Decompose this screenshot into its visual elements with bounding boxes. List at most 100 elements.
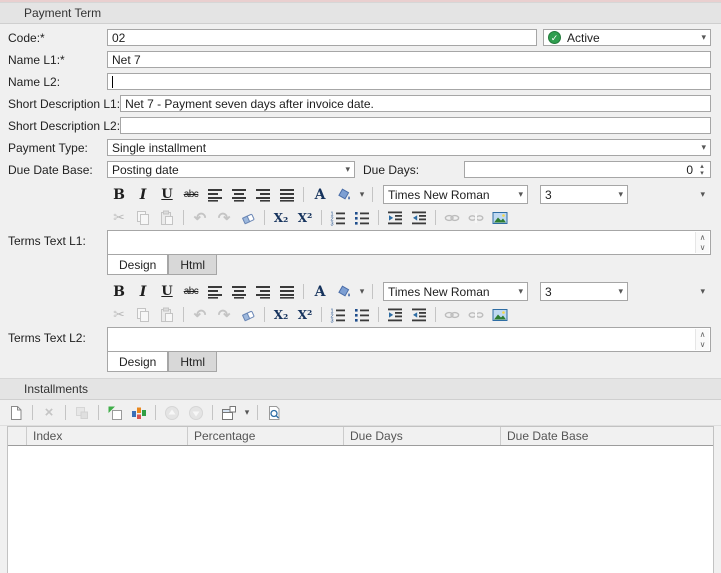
indent-button[interactable] (383, 208, 407, 228)
indent-button[interactable] (383, 305, 407, 325)
align-center-button[interactable] (227, 282, 251, 302)
toolbar-separator (264, 307, 265, 322)
toolbar-separator (303, 284, 304, 299)
short-description-l1-input[interactable]: Net 7 - Payment seven days after invoice… (120, 95, 711, 112)
status-dropdown[interactable]: ✓ Active ▾ (543, 29, 711, 46)
layout-dropdown-arrow[interactable]: ▾ (241, 403, 253, 423)
copy-button (131, 305, 155, 325)
short-description-l1-label: Short Description L1: (8, 96, 121, 111)
font-size-dropdown[interactable]: 3 ▾ (540, 282, 628, 301)
tab-design-l2[interactable]: Design (107, 352, 169, 372)
column-header-index[interactable]: Index (27, 427, 188, 445)
view-settings-button[interactable] (127, 403, 151, 423)
code-label: Code:* (8, 30, 45, 45)
align-justify-button[interactable] (275, 185, 299, 205)
underline-button[interactable]: U (155, 282, 179, 302)
insert-image-button[interactable] (488, 208, 512, 228)
underline-button[interactable]: U (155, 185, 179, 205)
payment-type-label: Payment Type: (8, 140, 88, 155)
new-installment-button[interactable] (4, 403, 28, 423)
scroll-down-icon[interactable]: ∨ (700, 340, 706, 349)
font-name-dropdown[interactable]: Times New Roman ▾ (383, 282, 528, 301)
insert-image-button[interactable] (488, 305, 512, 325)
name-l1-input[interactable]: Net 7 (107, 51, 711, 68)
installments-title: Installments (24, 382, 89, 396)
fill-color-button[interactable] (332, 185, 356, 205)
tab-html-l1[interactable]: Html (168, 255, 218, 275)
font-size-dropdown[interactable]: 3 ▾ (540, 185, 628, 204)
numbered-list-button[interactable] (326, 208, 350, 228)
font-name-dropdown[interactable]: Times New Roman ▾ (383, 185, 528, 204)
preview-button[interactable] (262, 403, 286, 423)
editor-l2-toolbar-row1: B I Uabc A ▾ Times New Roman ▾ 3 ▾ ▾ (107, 280, 711, 303)
scroll-up-icon[interactable]: ∧ (700, 330, 706, 339)
color-dropdown-arrow[interactable]: ▾ (356, 282, 368, 302)
column-header-percentage[interactable]: Percentage (188, 427, 344, 445)
bullet-list-button[interactable] (350, 305, 374, 325)
subscript-button[interactable]: X₂ (269, 305, 293, 325)
toolbar-separator (257, 405, 258, 420)
toolbar-overflow-icon[interactable]: ▾ (700, 286, 705, 297)
align-justify-button[interactable] (275, 282, 299, 302)
clear-formatting-button[interactable] (236, 305, 260, 325)
bold-button[interactable]: B (107, 282, 131, 302)
duplicate-installment-button (70, 403, 94, 423)
italic-button[interactable]: I (131, 185, 155, 205)
installments-table-header: Index Percentage Due Days Due Date Base (8, 427, 713, 446)
status-value: Active (567, 30, 600, 45)
chevron-down-icon: ▾ (518, 189, 523, 199)
bullet-list-button[interactable] (350, 208, 374, 228)
strikethrough-button[interactable]: abc (179, 282, 203, 302)
numbered-list-button[interactable] (326, 305, 350, 325)
fill-color-button[interactable] (332, 282, 356, 302)
tab-design-l1[interactable]: Design (107, 255, 169, 275)
outdent-button[interactable] (407, 208, 431, 228)
color-dropdown-arrow[interactable]: ▾ (356, 185, 368, 205)
name-l2-input[interactable] (107, 73, 711, 90)
subscript-button[interactable]: X₂ (269, 208, 293, 228)
due-date-base-dropdown[interactable]: Posting date ▾ (107, 161, 355, 178)
terms-text-l2-editor: Terms Text L2: B I Uabc A ▾ Times New Roman … (0, 280, 721, 372)
textarea-scrollbar[interactable]: ∧ ∨ (695, 329, 709, 350)
name-l1-label: Name L1:* (8, 52, 65, 67)
bold-button[interactable]: B (107, 185, 131, 205)
terms-text-l2-textarea[interactable]: ∧ ∨ (107, 327, 711, 352)
toolbar-separator (183, 307, 184, 322)
terms-text-l1-textarea[interactable]: ∧ ∨ (107, 230, 711, 255)
align-left-button[interactable] (203, 185, 227, 205)
strikethrough-button[interactable]: abc (179, 185, 203, 205)
align-left-button[interactable] (203, 282, 227, 302)
italic-button[interactable]: I (131, 282, 155, 302)
payment-type-dropdown[interactable]: Single installment ▾ (107, 139, 711, 156)
layout-button[interactable] (217, 403, 241, 423)
add-new-row-button[interactable] (103, 403, 127, 423)
toolbar-separator (321, 307, 322, 322)
code-input[interactable]: 02 (107, 29, 537, 46)
payment-term-title: Payment Term (24, 6, 102, 20)
spinner-arrows-icon[interactable]: ▴ ▾ (696, 162, 708, 177)
tab-html-l2[interactable]: Html (168, 352, 218, 372)
payment-term-form: Code:* 02 ✓ Active ▾ Name L1:* Net 7 Nam… (0, 24, 721, 178)
textarea-scrollbar[interactable]: ∧ ∨ (695, 232, 709, 253)
undo-button: ↶ (193, 306, 207, 324)
column-header-due-date-base[interactable]: Due Date Base (501, 427, 713, 445)
superscript-button[interactable]: X² (293, 208, 317, 228)
align-center-button[interactable] (227, 185, 251, 205)
toolbar-separator (372, 284, 373, 299)
font-color-button[interactable]: A (308, 185, 332, 205)
align-right-button[interactable] (251, 282, 275, 302)
chevron-down-icon: ▾ (518, 286, 523, 296)
toolbar-overflow-icon[interactable]: ▾ (700, 189, 705, 200)
outdent-button[interactable] (407, 305, 431, 325)
due-days-spinner[interactable]: 0 ▴ ▾ (464, 161, 711, 178)
font-color-button[interactable]: A (308, 282, 332, 302)
scroll-down-icon[interactable]: ∨ (700, 243, 706, 252)
short-description-l2-input[interactable] (120, 117, 711, 134)
scroll-up-icon[interactable]: ∧ (700, 233, 706, 242)
clear-formatting-button[interactable] (236, 208, 260, 228)
terms-text-l1-editor: Terms Text L1: B I Uabc A ▾ Times New Roman … (0, 183, 721, 275)
column-header-due-days[interactable]: Due Days (344, 427, 501, 445)
superscript-button[interactable]: X² (293, 305, 317, 325)
align-right-button[interactable] (251, 185, 275, 205)
toolbar-separator (264, 210, 265, 225)
